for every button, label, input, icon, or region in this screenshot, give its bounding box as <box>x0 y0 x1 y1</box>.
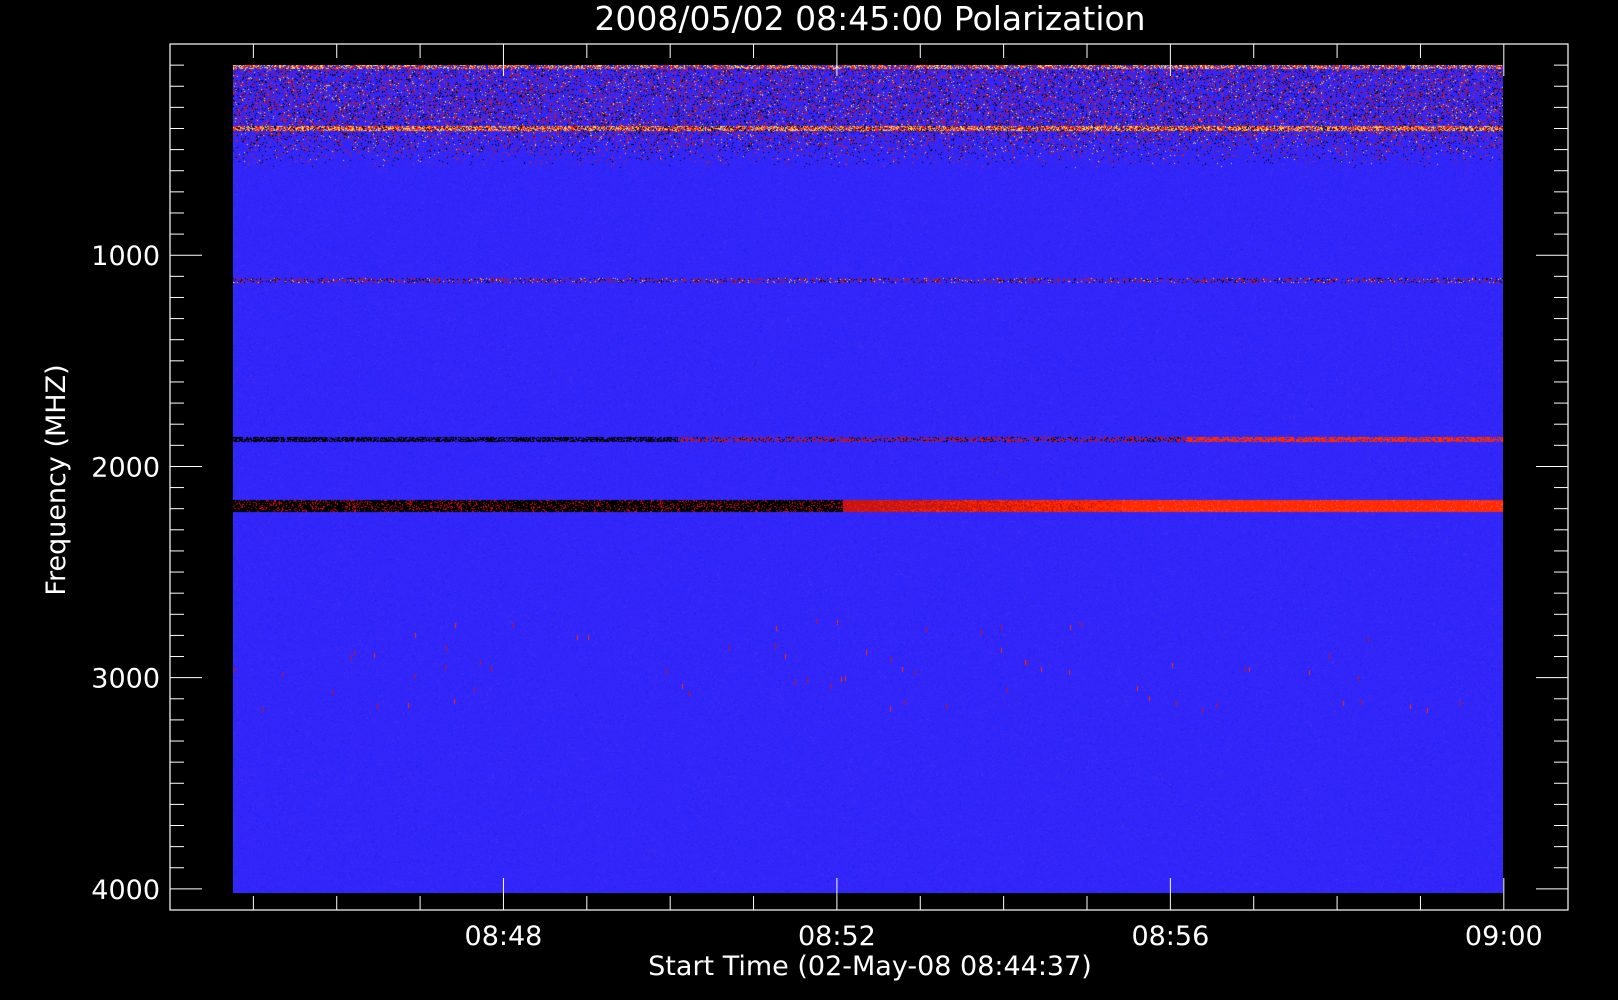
heatmap-layer <box>233 65 1504 894</box>
x-tick-label: 08:48 <box>465 921 543 952</box>
polarization-spectrogram: 1000 2000 3000 4000 08:48 08:52 08:56 09:00 200… <box>0 0 1618 1000</box>
y-tick-label: 2000 <box>91 452 160 483</box>
y-tick-label: 3000 <box>91 664 160 695</box>
x-tick-label: 09:00 <box>1465 921 1543 952</box>
x-tick-label: 08:52 <box>798 921 876 952</box>
x-axis-label: Start Time (02-May-08 08:44:37) <box>648 951 1092 982</box>
y-tick-label: 1000 <box>91 241 160 272</box>
heatmap-image <box>233 65 1504 894</box>
y-tick-label: 4000 <box>91 875 160 906</box>
y-axis-label: Frequency (MHZ) <box>41 364 72 595</box>
chart-title: 2008/05/02 08:45:00 Polarization <box>594 0 1145 38</box>
x-tick-label: 08:56 <box>1131 921 1209 952</box>
